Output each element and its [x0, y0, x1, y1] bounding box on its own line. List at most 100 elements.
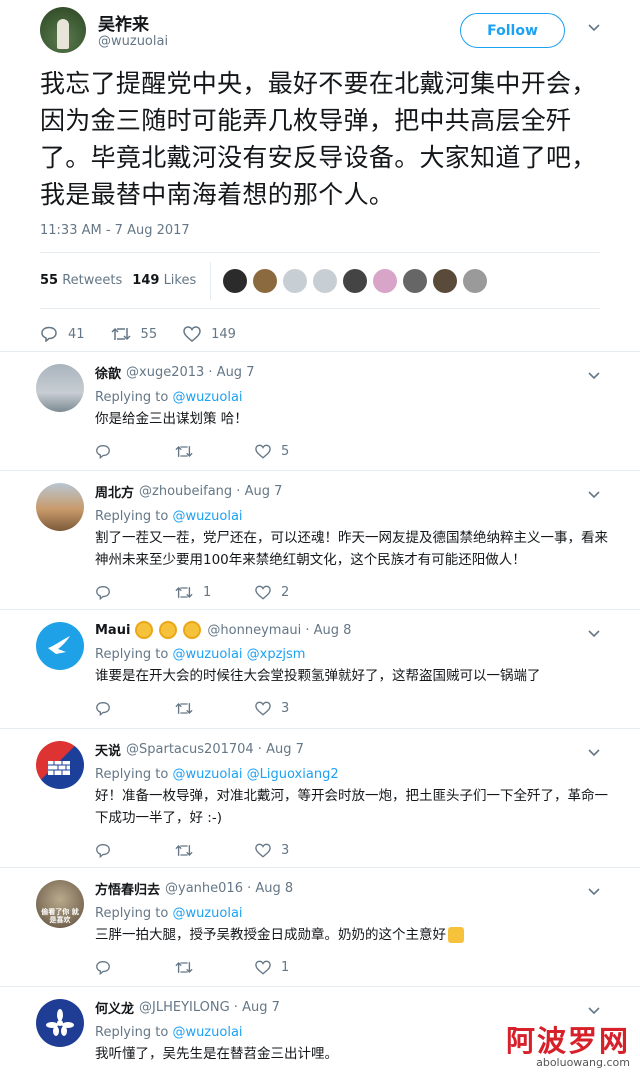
reply-avatar[interactable]: 偷看了你 就是喜欢	[36, 880, 84, 928]
retweet-count: 1	[203, 584, 212, 600]
fist-emoji-icon	[135, 621, 154, 639]
replying-to-link[interactable]: @wuzuolai	[172, 906, 242, 921]
reply-button[interactable]	[95, 585, 175, 600]
heart-icon	[255, 960, 271, 975]
chevron-down-icon[interactable]	[588, 489, 600, 501]
like-button[interactable]: 1	[255, 960, 335, 975]
reply-avatar[interactable]	[36, 483, 84, 531]
replying-label: Replying to	[95, 767, 169, 782]
reply-header: Maui @honneymaui · Aug 8	[95, 610, 610, 639]
like-count: 1	[281, 959, 290, 975]
reply-meta[interactable]: @xuge2013 · Aug 7	[126, 365, 254, 380]
reply-meta[interactable]: @honneymaui · Aug 8	[207, 623, 351, 638]
reply-author-name[interactable]: 天说	[95, 740, 121, 759]
tweet-header: 吴祚来 @wuzuolai Follow	[40, 0, 600, 64]
like-button[interactable]: 5	[255, 444, 335, 459]
replying-to-link[interactable]: @wuzuolai	[172, 647, 242, 662]
like-button[interactable]: 2	[255, 585, 335, 600]
replying-to-link-2[interactable]: @Liguoxiang2	[247, 767, 339, 782]
reply-meta[interactable]: @Spartacus201704 · Aug 7	[126, 742, 304, 757]
like-count: 5	[281, 443, 290, 459]
chevron-down-icon[interactable]	[588, 628, 600, 640]
reply-icon	[96, 701, 110, 716]
reply-avatar[interactable]	[36, 364, 84, 412]
main-tweet: 吴祚来 @wuzuolai Follow 我忘了提醒党中央，最好不要在北戴河集中…	[0, 0, 640, 352]
reply-meta[interactable]: @JLHEYILONG · Aug 7	[139, 1000, 280, 1015]
replying-to-link[interactable]: @wuzuolai	[172, 1025, 242, 1040]
author-avatar[interactable]	[40, 7, 86, 53]
reply-avatar[interactable]	[36, 622, 84, 670]
liker-avatar[interactable]	[253, 268, 278, 293]
replying-label: Replying to	[95, 509, 169, 524]
liker-avatar[interactable]	[343, 268, 368, 293]
retweet-button[interactable]: 1	[175, 585, 255, 600]
heart-icon	[255, 843, 271, 858]
like-button[interactable]: 3	[255, 701, 335, 716]
reply-header: 天说 @Spartacus201704 · Aug 7	[95, 729, 610, 759]
reply-author-name[interactable]: 周北方	[95, 482, 134, 501]
replying-label: Replying to	[95, 390, 169, 405]
reply-text: 谁要是在开大会的时候往大会堂投颗氢弹就好了，这帮盗国贼可以一锅端了	[95, 668, 541, 684]
reply-author-name[interactable]: 方悟春归去	[95, 879, 160, 898]
liker-avatars	[223, 268, 493, 293]
reply-item[interactable]: Maui @honneymaui · Aug 8 Replying to @wu…	[0, 610, 640, 729]
reply-button[interactable]: 41	[40, 326, 85, 342]
divider	[210, 261, 212, 300]
liker-avatar[interactable]	[463, 268, 488, 293]
reply-header: 方悟春归去 @yanhe016 · Aug 8	[95, 868, 610, 898]
reply-author-name[interactable]: 何义龙	[95, 998, 134, 1017]
like-button[interactable]: 149	[183, 326, 236, 342]
liker-avatar[interactable]	[313, 268, 338, 293]
flower-emblem-icon	[46, 1009, 74, 1036]
reply-avatar[interactable]	[36, 741, 84, 789]
reply-button[interactable]	[95, 843, 175, 858]
reply-item[interactable]: 周北方 @zhoubeifang · Aug 7 Replying to @wu…	[0, 471, 640, 610]
author-name[interactable]: 吴祚来	[98, 10, 149, 35]
likes-stat[interactable]: 149 Likes	[132, 273, 196, 288]
chevron-down-icon[interactable]	[588, 370, 600, 382]
tweet-timestamp[interactable]: 11:33 AM - 7 Aug 2017	[40, 223, 600, 238]
retweet-icon	[175, 844, 193, 856]
retweet-button[interactable]	[175, 701, 255, 716]
chevron-down-icon[interactable]	[588, 1005, 600, 1017]
liker-avatar[interactable]	[283, 268, 308, 293]
fist-emoji-icon	[183, 621, 202, 639]
reply-meta[interactable]: @yanhe016 · Aug 8	[165, 881, 293, 896]
replying-label: Replying to	[95, 647, 169, 662]
liker-avatar[interactable]	[403, 268, 428, 293]
reply-button[interactable]	[95, 444, 175, 459]
like-count: 3	[281, 700, 290, 716]
reply-author-name[interactable]: Maui	[95, 623, 130, 638]
author-handle[interactable]: @wuzuolai	[98, 34, 168, 49]
reply-header: 何义龙 @JLHEYILONG · Aug 7	[95, 987, 610, 1017]
reply-button[interactable]	[95, 960, 175, 975]
reply-count: 41	[68, 326, 85, 342]
replying-to-link[interactable]: @wuzuolai	[172, 390, 242, 405]
retweets-stat[interactable]: 55 Retweets	[40, 273, 122, 288]
retweet-button[interactable]	[175, 960, 255, 975]
retweet-button[interactable]: 55	[111, 326, 157, 342]
reply-item[interactable]: 徐歆 @xuge2013 · Aug 7 Replying to @wuzuol…	[0, 352, 640, 471]
reply-item[interactable]: 天说 @Spartacus201704 · Aug 7 Replying to …	[0, 729, 640, 868]
reply-item[interactable]: 偷看了你 就是喜欢 方悟春归去 @yanhe016 · Aug 8 Replyi…	[0, 868, 640, 987]
reply-avatar[interactable]	[36, 999, 84, 1047]
reply-meta[interactable]: @zhoubeifang · Aug 7	[139, 484, 282, 499]
replying-to-link[interactable]: @wuzuolai	[172, 767, 242, 782]
liker-avatar[interactable]	[223, 268, 248, 293]
like-button[interactable]: 3	[255, 843, 335, 858]
reply-author-name[interactable]: 徐歆	[95, 363, 121, 382]
retweet-icon	[175, 445, 193, 457]
retweet-button[interactable]	[175, 444, 255, 459]
retweet-button[interactable]	[175, 843, 255, 858]
follow-button[interactable]: Follow	[460, 13, 565, 48]
chevron-down-icon[interactable]	[588, 886, 600, 898]
reply-button[interactable]	[95, 701, 175, 716]
liker-avatar[interactable]	[433, 268, 458, 293]
chevron-down-icon[interactable]	[588, 22, 600, 34]
replying-to-link-2[interactable]: @xpzjsm	[247, 647, 306, 662]
bird-logo-icon	[48, 636, 70, 654]
chevron-down-icon[interactable]	[588, 747, 600, 759]
replying-to-link[interactable]: @wuzuolai	[172, 509, 242, 524]
heart-icon	[255, 444, 271, 459]
liker-avatar[interactable]	[373, 268, 398, 293]
